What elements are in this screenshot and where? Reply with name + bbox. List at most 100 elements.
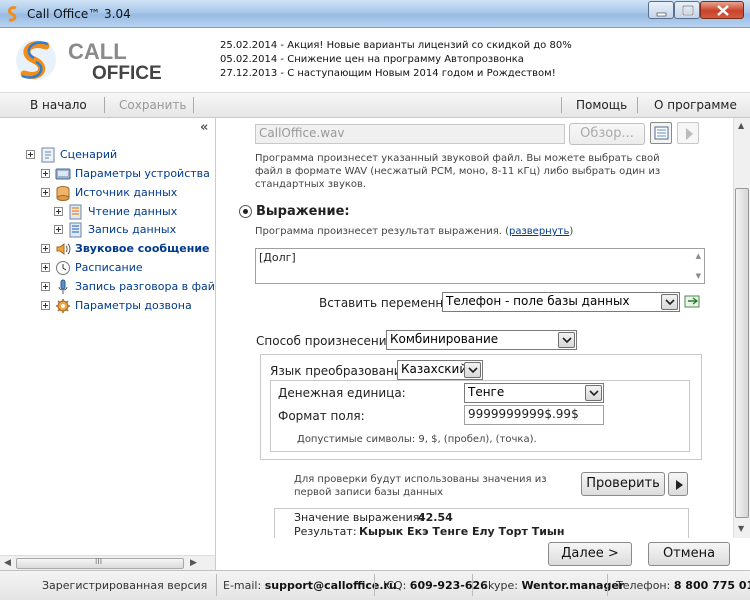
status-separator <box>374 574 375 596</box>
expand-icon[interactable] <box>54 225 63 234</box>
conversion-language-select[interactable]: Казахский <box>397 360 483 380</box>
sound-file-field[interactable]: CallOffice.wav <box>255 124 565 144</box>
dropdown-button[interactable] <box>464 362 481 378</box>
header: CALL OFFICE 25.02.2014 - Акция! Новые ва… <box>0 28 750 92</box>
title-bar[interactable]: Call Office™ 3.04 <box>0 0 750 28</box>
check-result-box: Значение выражения: 42.54 Результат: Кыр… <box>274 508 689 538</box>
scroll-up-arrow-icon[interactable]: ▲ <box>696 252 701 260</box>
sidebar-horizontal-scrollbar[interactable]: ◀ III ▶ <box>0 555 215 570</box>
play-icon <box>686 128 693 140</box>
browse-button[interactable]: Обзор... <box>569 123 645 145</box>
scroll-down-arrow-icon[interactable]: ▼ <box>738 524 744 533</box>
content-vertical-scrollbar[interactable]: ▲ ▼ <box>733 118 750 538</box>
field-format-label: Формат поля: <box>278 409 365 423</box>
app-icon <box>8 6 17 22</box>
expression-value-label: Значение выражения: <box>294 511 424 524</box>
news-item[interactable]: 27.12.2013 - С наступающим Новым 2014 го… <box>220 67 572 81</box>
cancel-button[interactable]: Отмена <box>648 542 730 566</box>
next-button[interactable]: Далее > <box>548 542 632 566</box>
tree-item-label: Расписание <box>75 261 143 274</box>
news-item[interactable]: 05.02.2014 - Снижение цен на программу А… <box>220 53 572 67</box>
expression-value: 42.54 <box>418 511 453 524</box>
check-play-button[interactable] <box>668 472 688 496</box>
play-sound-button[interactable] <box>677 122 699 144</box>
news-item[interactable]: 25.02.2014 - Акция! Новые варианты лицен… <box>220 39 572 53</box>
expression-label: Выражение: <box>256 204 350 219</box>
close-icon <box>717 5 729 16</box>
chevron-down-icon <box>665 299 675 306</box>
home-menu-item[interactable]: В начало <box>30 98 87 112</box>
tree-item-label: Звуковое сообщение <box>75 242 210 255</box>
expand-icon[interactable] <box>54 207 63 216</box>
check-note: Для проверки будут использованы значения… <box>294 474 547 498</box>
dropdown-button[interactable] <box>585 385 602 401</box>
sidebar: « Сценарий Параметры устройства Источник… <box>0 118 216 570</box>
content-panel: CallOffice.wav Обзор... Программа произн… <box>217 118 733 538</box>
tree-item-label: Параметры устройства <box>75 167 210 180</box>
expand-icon[interactable] <box>41 188 50 197</box>
phone-label: Телефон: <box>616 579 671 592</box>
expand-icon[interactable] <box>41 263 50 272</box>
field-format-input[interactable]: 9999999999$.99$ <box>464 405 604 425</box>
menu-bar: В начало Сохранить Помощь О программе <box>0 92 750 118</box>
write-data-icon <box>69 222 82 238</box>
expand-icon[interactable] <box>41 301 50 310</box>
scrollbar-thumb[interactable]: III <box>16 557 184 569</box>
expand-icon[interactable] <box>41 282 50 291</box>
svg-text:CALL: CALL <box>68 39 127 64</box>
gear-icon <box>56 299 70 313</box>
expand-icon[interactable] <box>41 244 50 253</box>
expression-note: Программа произнесет результат выражения… <box>255 225 695 238</box>
status-bar: Зарегистрированная версия E-mail: suppor… <box>0 570 750 600</box>
insert-variable-button[interactable] <box>683 292 703 312</box>
tree-item-label: Чтение данных <box>88 205 178 218</box>
skype-label: Skype: <box>481 579 518 592</box>
scroll-up-arrow-icon[interactable]: ▲ <box>738 121 744 130</box>
currency-value: Тенге <box>468 385 505 399</box>
scroll-right-arrow-icon[interactable]: ▶ <box>190 558 197 568</box>
sound-note: Программа произнесет указанный звуковой … <box>255 153 661 190</box>
play-icon <box>676 480 683 490</box>
expand-icon[interactable] <box>41 169 50 178</box>
email-value[interactable]: support@calloffice.ru <box>265 579 397 592</box>
scroll-down-arrow-icon[interactable]: ▼ <box>696 272 701 280</box>
collapse-sidebar-button[interactable]: « <box>200 120 208 135</box>
expand-icon[interactable] <box>26 150 35 159</box>
list-icon <box>654 126 669 140</box>
scroll-left-arrow-icon[interactable]: ◀ <box>4 558 11 568</box>
clock-icon <box>56 261 70 275</box>
pronounce-method-select[interactable]: Комбинирование <box>386 330 577 350</box>
call-office-logo: CALL OFFICE <box>16 39 162 84</box>
insert-icon <box>684 295 700 308</box>
currency-select[interactable]: Тенге <box>464 383 604 403</box>
about-menu-item[interactable]: О программе <box>654 98 737 112</box>
expression-radio[interactable] <box>239 205 252 218</box>
conversion-language-value: Казахский <box>401 362 468 376</box>
pronounce-method-label: Способ произнесения: <box>256 334 398 348</box>
scrollbar-grip: III <box>95 557 103 566</box>
help-menu-item[interactable]: Помощь <box>576 98 627 112</box>
expand-link[interactable]: развернуть <box>509 226 569 237</box>
tree-item-label: Источник данных <box>75 186 178 199</box>
dropdown-button[interactable] <box>558 332 575 348</box>
close-button[interactable] <box>700 1 744 19</box>
maximize-button[interactable] <box>674 1 700 19</box>
scenario-icon <box>41 147 55 163</box>
check-button[interactable]: Проверить <box>581 472 665 496</box>
currency-label: Денежная единица: <box>278 386 406 400</box>
sound-list-button[interactable] <box>650 122 672 144</box>
insert-variable-select[interactable]: Телефон - поле базы данных <box>442 292 680 312</box>
scrollbar-thumb[interactable] <box>735 188 749 518</box>
window-title: Call Office™ 3.04 <box>27 7 131 21</box>
expression-note-text: Программа произнесет результат выражения… <box>255 226 509 237</box>
save-menu-item[interactable]: Сохранить <box>119 98 187 112</box>
chevron-down-icon <box>468 367 478 374</box>
dropdown-button[interactable] <box>661 294 678 310</box>
device-icon <box>55 168 71 180</box>
conversion-language-label: Язык преобразования: <box>270 364 413 378</box>
minimize-button[interactable] <box>648 1 674 19</box>
result-value: Кырык Екэ Тенге Елу Торт Тиын <box>359 525 565 538</box>
status-separator <box>472 574 473 596</box>
expression-textarea[interactable]: [Долг] ▲ ▼ <box>255 248 705 284</box>
registration-status: Зарегистрированная версия <box>42 579 208 592</box>
